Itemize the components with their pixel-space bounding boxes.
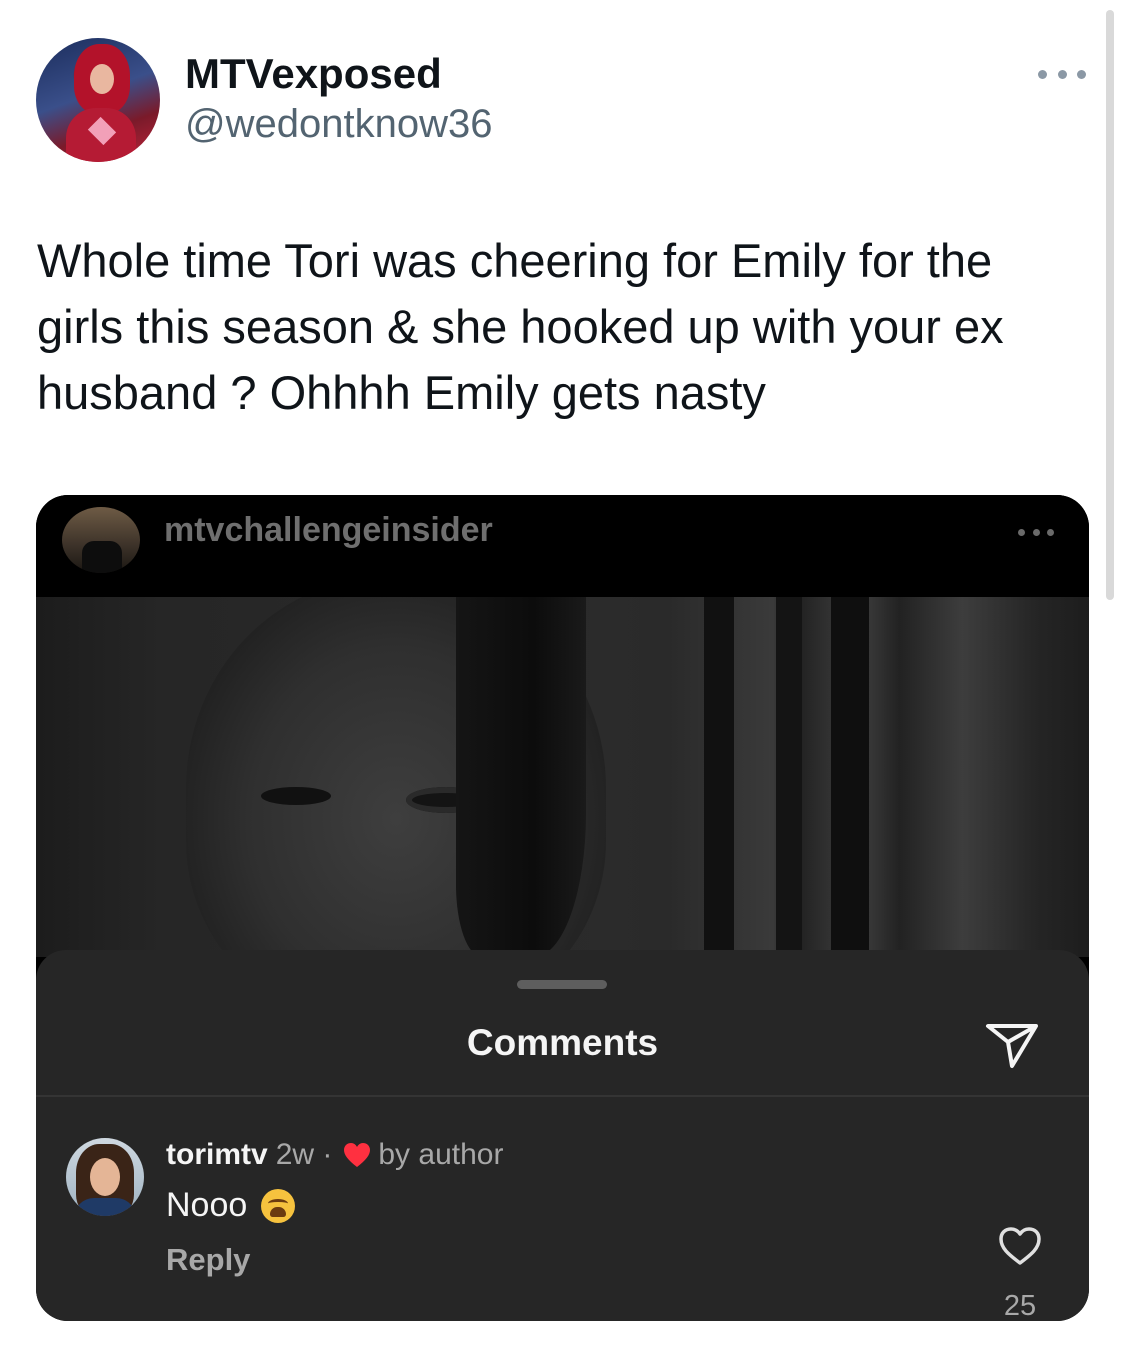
profile-avatar[interactable]	[36, 38, 160, 162]
more-options-button[interactable]	[1038, 62, 1086, 86]
user-handle[interactable]: @wedontknow36	[185, 101, 492, 147]
embedded-photo	[36, 597, 1089, 957]
comments-sheet: Comments torimtv 2w · by author Nooo Rep…	[36, 950, 1089, 1321]
embedded-avatar	[62, 507, 140, 573]
comment-text: Nooo	[166, 1186, 296, 1225]
avatar-face	[90, 64, 114, 94]
display-name[interactable]: MTVexposed	[185, 50, 442, 98]
heart-outline-icon	[999, 1227, 1041, 1265]
by-author-label: by author	[378, 1138, 504, 1171]
divider	[36, 1095, 1089, 1097]
more-horizontal-icon	[1018, 529, 1054, 537]
sheet-grabber	[517, 980, 607, 989]
comment-avatar	[66, 1138, 144, 1216]
more-horizontal-icon	[1038, 69, 1047, 79]
tweet-text: Whole time Tori was cheering for Emily f…	[37, 234, 1004, 419]
embedded-header: mtvchallengeinsider	[36, 495, 1089, 597]
comment-body: Nooo	[166, 1186, 248, 1224]
reply-button: Reply	[166, 1242, 251, 1277]
comment-username: torimtv	[166, 1138, 268, 1171]
embedded-username: mtvchallengeinsider	[164, 511, 493, 549]
like-count: 25	[1003, 1290, 1037, 1321]
comment-meta: torimtv 2w · by author	[166, 1138, 503, 1172]
red-heart-icon	[344, 1143, 371, 1167]
scrollbar[interactable]	[1106, 10, 1114, 600]
weary-face-emoji	[261, 1188, 296, 1223]
embedded-screenshot[interactable]: mtvchallengeinsider Comments torimtv 2w …	[36, 495, 1089, 1321]
paper-plane-icon	[986, 1024, 1038, 1068]
comments-title: Comments	[466, 1022, 659, 1063]
comment-time: 2w ·	[275, 1138, 333, 1171]
